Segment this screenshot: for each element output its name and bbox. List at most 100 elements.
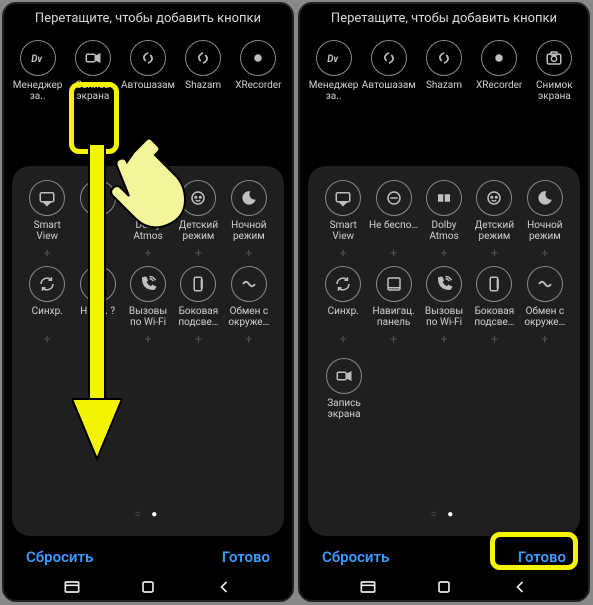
tile-label: Н…ац. ? bbox=[80, 306, 115, 328]
tile-app-dv[interactable]: Dv Менеджер за.. bbox=[12, 40, 64, 102]
tile-side-light[interactable]: Боковая подсве… bbox=[173, 266, 223, 328]
share-icon bbox=[527, 266, 563, 302]
available-row: Dv Менеджер за..Автошазам Shazam XRecorder С… bbox=[300, 40, 588, 102]
rec-icon bbox=[75, 40, 111, 76]
wificall-icon bbox=[426, 266, 462, 302]
tile-screen-record[interactable]: Запись экрана bbox=[318, 358, 370, 420]
tile-label: б… bbox=[91, 220, 103, 242]
quick-panel: Smart ViewНе беспо…Dolby AtmosДетский ре… bbox=[308, 166, 580, 536]
android-navbar bbox=[300, 574, 588, 600]
tile-label: Обмен с окруже… bbox=[520, 306, 570, 328]
tile-night-mode[interactable]: Ночной режим bbox=[224, 180, 274, 242]
tile-label: Синхр. bbox=[32, 306, 63, 328]
tile-wifi-calling[interactable]: Вызовы по Wi-Fi bbox=[123, 266, 173, 328]
tile-dnd[interactable]: б… bbox=[72, 180, 122, 242]
dot-icon bbox=[240, 40, 276, 76]
tile-label: Shazam bbox=[185, 80, 221, 102]
wificall-icon bbox=[130, 266, 166, 302]
tile-nav-panel[interactable]: Навигац. панель bbox=[368, 266, 418, 328]
tile-label: Детский режим bbox=[469, 220, 519, 242]
done-button[interactable]: Готово bbox=[518, 548, 566, 566]
kid-icon bbox=[180, 180, 216, 216]
tile-label: XRecorder bbox=[235, 80, 281, 102]
tile-label: XRecorder bbox=[476, 80, 522, 102]
tile-label: Автошазам bbox=[362, 80, 416, 102]
dolby-icon bbox=[426, 180, 462, 216]
dot-icon bbox=[481, 40, 517, 76]
tile-label: Навигац. панель bbox=[368, 306, 418, 328]
tile-smart-view[interactable]: Smart View bbox=[318, 180, 368, 242]
side-icon bbox=[476, 266, 512, 302]
tile-dolby-atmos[interactable]: Dolby Atmos bbox=[419, 180, 469, 242]
phone-right: Перетащите, чтобы добавить кнопки Dv Мене… bbox=[298, 2, 590, 602]
nav-icon bbox=[376, 266, 412, 302]
dv-icon: Dv bbox=[20, 40, 56, 76]
tile-smart-view[interactable]: Smart View bbox=[22, 180, 72, 242]
tile-label: Ночной режим bbox=[520, 220, 570, 242]
tile-label: Shazam bbox=[426, 80, 462, 102]
page-indicator: ○ ● bbox=[16, 505, 280, 528]
tile-wifi-calling[interactable]: Вызовы по Wi-Fi bbox=[419, 266, 469, 328]
nav-recents-icon[interactable] bbox=[62, 580, 82, 594]
tile-sync[interactable]: Синхр. bbox=[318, 266, 368, 328]
tile-label: Снимок экрана bbox=[528, 80, 580, 102]
tile-label: Боковая подсве… bbox=[469, 306, 519, 328]
kid-icon bbox=[476, 180, 512, 216]
tile-label: Менеджер за.. bbox=[12, 80, 64, 102]
tile-shazam[interactable]: Shazam bbox=[177, 40, 229, 102]
nav-back-icon[interactable] bbox=[214, 580, 234, 594]
available-row: Dv Менеджер за..Запись экранаАвтошазам Sha… bbox=[4, 40, 292, 102]
page-indicator: ○ ● bbox=[312, 505, 576, 528]
tile-xrecorder[interactable]: XRecorder bbox=[473, 40, 525, 102]
cast-icon bbox=[325, 180, 361, 216]
tile-night-mode[interactable]: Ночной режим bbox=[520, 180, 570, 242]
tile-label: Smart View bbox=[22, 220, 72, 242]
shazam-icon bbox=[130, 40, 166, 76]
reset-button[interactable]: Сбросить bbox=[26, 548, 93, 566]
minus-icon bbox=[376, 180, 412, 216]
tile-label: Синхр. bbox=[328, 306, 359, 328]
side-icon bbox=[180, 266, 216, 302]
tile-label: Dolby Atmos bbox=[419, 220, 469, 242]
shazam-icon bbox=[426, 40, 462, 76]
tile-screenshot[interactable]: Снимок экрана bbox=[528, 40, 580, 102]
nav-home-icon[interactable] bbox=[434, 580, 454, 594]
android-navbar bbox=[4, 574, 292, 600]
tile-label: Автошазам bbox=[121, 80, 175, 102]
nav-home-icon[interactable] bbox=[138, 580, 158, 594]
tile-screen-record[interactable]: Запись экрана bbox=[67, 40, 119, 102]
svg-text:Dv: Dv bbox=[327, 54, 339, 65]
tile-label: Вызовы по Wi-Fi bbox=[419, 306, 469, 328]
done-button[interactable]: Готово bbox=[222, 548, 270, 566]
svg-text:Dv: Dv bbox=[31, 54, 43, 65]
tile-xrecorder[interactable]: XRecorder bbox=[232, 40, 284, 102]
tile-label: Менеджер за.. bbox=[308, 80, 360, 102]
tile-nearby-share[interactable]: Обмен с окруже… bbox=[520, 266, 570, 328]
tile-dolby-atmos[interactable]: Dolby Atmos bbox=[123, 180, 173, 242]
minus-icon bbox=[80, 180, 116, 216]
nav-recents-icon[interactable] bbox=[358, 580, 378, 594]
tile-kids-mode[interactable]: Детский режим bbox=[469, 180, 519, 242]
tile-auto-shazam[interactable]: Автошазам bbox=[363, 40, 415, 102]
tile-nav-panel[interactable]: Н…ац. ? bbox=[72, 266, 122, 328]
nav-icon bbox=[80, 266, 116, 302]
tile-auto-shazam[interactable]: Автошазам bbox=[122, 40, 174, 102]
shazam-icon bbox=[185, 40, 221, 76]
shazam-icon bbox=[371, 40, 407, 76]
tile-kids-mode[interactable]: Детский режим bbox=[173, 180, 223, 242]
tile-dnd[interactable]: Не беспо… bbox=[368, 180, 418, 242]
tile-nearby-share[interactable]: Обмен с окруже… bbox=[224, 266, 274, 328]
tile-label: Детский режим bbox=[173, 220, 223, 242]
dv-icon: Dv bbox=[316, 40, 352, 76]
reset-button[interactable]: Сбросить bbox=[322, 548, 389, 566]
tile-side-light[interactable]: Боковая подсве… bbox=[469, 266, 519, 328]
share-icon bbox=[231, 266, 267, 302]
tile-label: Ночной режим bbox=[224, 220, 274, 242]
tile-shazam[interactable]: Shazam bbox=[418, 40, 470, 102]
tile-label: Запись экрана bbox=[67, 80, 119, 102]
tile-label: Не беспо… bbox=[369, 220, 418, 242]
nav-back-icon[interactable] bbox=[510, 580, 530, 594]
tile-sync[interactable]: Синхр. bbox=[22, 266, 72, 328]
tile-app-dv[interactable]: Dv Менеджер за.. bbox=[308, 40, 360, 102]
drag-hint: Перетащите, чтобы добавить кнопки bbox=[300, 4, 588, 40]
